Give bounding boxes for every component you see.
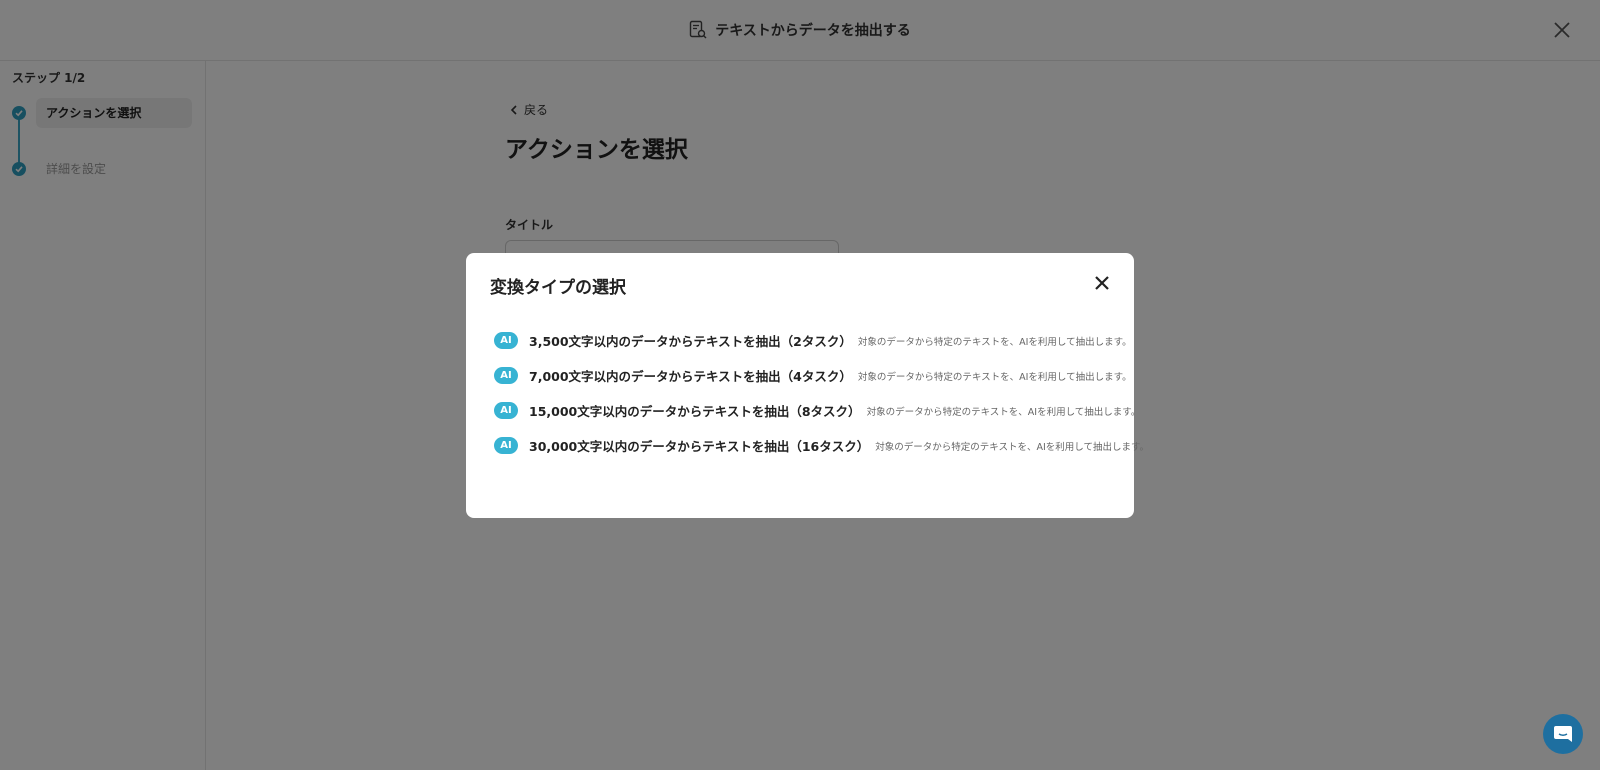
conversion-option[interactable]: AI 30,000文字以内のデータからテキストを抽出（16タスク） 対象のデータ… [494, 428, 1149, 463]
option-description: 対象のデータから特定のテキストを、AIを利用して抽出します。 [875, 441, 1150, 453]
ai-badge: AI [494, 367, 518, 384]
option-label: 7,000文字以内のデータからテキストを抽出（4タスク） [529, 369, 852, 384]
conversion-options-list: AI 3,500文字以内のデータからテキストを抽出（2タスク） 対象のデータから… [494, 323, 1149, 463]
option-label: 3,500文字以内のデータからテキストを抽出（2タスク） [529, 334, 852, 349]
chat-icon [1554, 726, 1572, 742]
option-label: 30,000文字以内のデータからテキストを抽出（16タスク） [529, 439, 870, 454]
conversion-type-modal: 変換タイプの選択 AI 3,500文字以内のデータからテキストを抽出（2タスク）… [466, 253, 1149, 518]
modal-title: 変換タイプの選択 [490, 278, 626, 298]
ai-badge: AI [494, 402, 518, 419]
option-description: 対象のデータから特定のテキストを、AIを利用して抽出します。 [866, 406, 1141, 418]
option-description: 対象のデータから特定のテキストを、AIを利用して抽出します。 [857, 336, 1132, 348]
conversion-option[interactable]: AI 3,500文字以内のデータからテキストを抽出（2タスク） 対象のデータから… [494, 323, 1132, 358]
option-label: 15,000文字以内のデータからテキストを抽出（8タスク） [529, 404, 861, 419]
ai-badge: AI [494, 437, 518, 454]
close-icon[interactable] [1092, 273, 1112, 293]
chat-support-button[interactable] [1543, 714, 1583, 754]
ai-badge: AI [494, 332, 518, 349]
option-description: 対象のデータから特定のテキストを、AIを利用して抽出します。 [857, 371, 1132, 383]
conversion-option[interactable]: AI 7,000文字以内のデータからテキストを抽出（4タスク） 対象のデータから… [494, 358, 1132, 393]
conversion-option[interactable]: AI 15,000文字以内のデータからテキストを抽出（8タスク） 対象のデータか… [494, 393, 1140, 428]
